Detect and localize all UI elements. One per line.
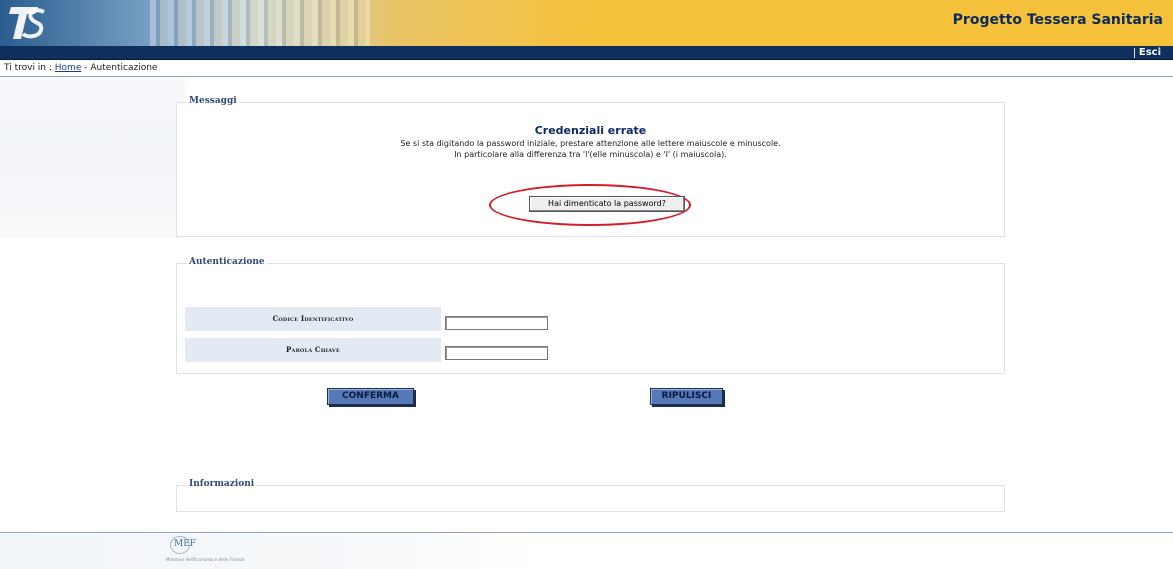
information-legend: Informazioni — [187, 479, 257, 489]
error-message-line-2: In particolare alla differenza tra 'l'(e… — [454, 150, 727, 159]
navbar-separator — [1134, 48, 1135, 58]
top-navbar: Esci — [0, 46, 1173, 60]
ts-logo-icon — [9, 7, 45, 39]
breadcrumb: Ti trovi in : Home - Autenticazione — [4, 63, 157, 73]
mef-logo-subtitle: Ministero dell'Economia e delle Finanze — [166, 557, 245, 562]
header-divider — [0, 76, 1173, 77]
authentication-panel: Autenticazione Codice Identificativo Par… — [176, 257, 1005, 374]
forgot-password-button[interactable]: Hai dimenticato la password? — [529, 196, 685, 212]
password-label-text: Parola Chiave — [286, 345, 340, 354]
breadcrumb-separator: - — [81, 63, 91, 73]
error-title: Credenziali errate — [534, 124, 647, 137]
breadcrumb-current: Autenticazione — [90, 63, 158, 73]
authentication-legend: Autenticazione — [187, 257, 267, 267]
breadcrumb-prefix: Ti trovi in : — [4, 63, 52, 73]
user-id-label: Codice Identificativo — [185, 307, 441, 331]
exit-link[interactable]: Esci — [1139, 47, 1161, 58]
password-input[interactable] — [445, 346, 548, 360]
header-banner: Progetto Tessera Sanitaria — [0, 0, 1173, 46]
mef-logo-text: MEF — [174, 539, 197, 549]
footer-divider — [0, 532, 1173, 533]
information-panel: Informazioni — [176, 479, 1005, 512]
user-id-input[interactable] — [445, 316, 548, 330]
header-pharmacy-image — [150, 0, 370, 46]
confirm-button[interactable]: CONFERMA — [327, 388, 414, 405]
user-id-label-text: Codice Identificativo — [272, 314, 354, 323]
background-decoration — [0, 78, 185, 238]
reset-button[interactable]: RIPULISCI — [650, 388, 723, 405]
messages-panel: Messaggi Credenziali errate Se si sta di… — [176, 96, 1005, 237]
breadcrumb-home-link[interactable]: Home — [55, 63, 82, 73]
site-title: Progetto Tessera Sanitaria — [952, 12, 1163, 28]
forgot-password-highlight: Hai dimenticato la password? — [489, 184, 691, 226]
footer-band — [0, 534, 540, 569]
password-label: Parola Chiave — [185, 338, 441, 362]
messages-legend: Messaggi — [187, 96, 239, 106]
error-message-line-1: Se si sta digitando la password iniziale… — [400, 139, 781, 148]
